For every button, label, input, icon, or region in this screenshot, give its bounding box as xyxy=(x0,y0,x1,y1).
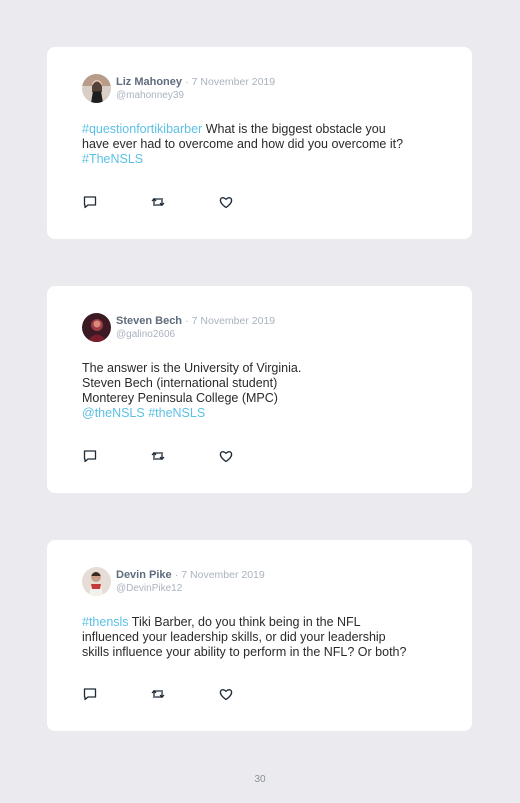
hashtag-link[interactable]: #thensls xyxy=(82,615,129,629)
avatar[interactable] xyxy=(82,567,111,596)
author-line: Steven Bech · 7 November 2019 xyxy=(116,315,275,327)
text-span: influenced your leadership skills, or di… xyxy=(82,630,386,644)
text-span: What is the biggest obstacle you xyxy=(202,122,386,136)
text-span: The answer is the University of Virginia… xyxy=(82,361,302,375)
tweet-card: Liz Mahoney · 7 November 2019 @mahonney3… xyxy=(47,47,472,239)
text-line: The answer is the University of Virginia… xyxy=(82,361,442,376)
text-span: have ever had to overcome and how did yo… xyxy=(82,137,404,151)
tweet-date: 7 November 2019 xyxy=(191,76,276,88)
tweet-date: 7 November 2019 xyxy=(181,569,265,581)
text-span: Monterey Peninsula College (MPC) xyxy=(82,391,278,405)
author-handle[interactable]: @galino2606 xyxy=(116,329,175,340)
text-line: have ever had to overcome and how did yo… xyxy=(82,137,442,152)
like-icon[interactable] xyxy=(218,194,234,210)
hashtag-link[interactable]: #TheNSLS xyxy=(82,152,143,166)
author-line: Liz Mahoney · 7 November 2019 xyxy=(116,76,275,88)
separator: · xyxy=(185,315,189,327)
text-line: Monterey Peninsula College (MPC) xyxy=(82,391,442,406)
tweet-text: The answer is the University of Virginia… xyxy=(82,361,442,421)
author-name[interactable]: Liz Mahoney xyxy=(116,76,182,88)
tweet-text: #thensls Tiki Barber, do you think being… xyxy=(82,615,442,660)
author-handle[interactable]: @DevinPike12 xyxy=(116,583,182,594)
retweet-icon[interactable] xyxy=(150,686,166,702)
hashtag-link[interactable]: #questionfortikibarber xyxy=(82,122,202,136)
tweet-card: Steven Bech · 7 November 2019 @galino260… xyxy=(47,286,472,493)
author-line: Devin Pike · 7 November 2019 xyxy=(116,569,265,581)
avatar[interactable] xyxy=(82,74,111,103)
like-icon[interactable] xyxy=(218,686,234,702)
author-handle[interactable]: @mahonney39 xyxy=(116,90,184,101)
tweet-text: #questionfortikibarber What is the bigge… xyxy=(82,122,442,167)
author-name[interactable]: Steven Bech xyxy=(116,315,182,327)
retweet-icon[interactable] xyxy=(150,448,166,464)
text-line: Steven Bech (international student) xyxy=(82,376,442,391)
tweet-card: Devin Pike · 7 November 2019 @DevinPike1… xyxy=(47,540,472,731)
reply-icon[interactable] xyxy=(82,686,98,702)
page-number: 30 xyxy=(254,774,266,785)
text-line: #thensls Tiki Barber, do you think being… xyxy=(82,615,442,630)
reply-icon[interactable] xyxy=(82,448,98,464)
separator: · xyxy=(185,76,189,88)
separator: · xyxy=(174,569,179,581)
like-icon[interactable] xyxy=(218,448,234,464)
text-span: Tiki Barber, do you think being in the N… xyxy=(128,615,361,629)
text-line: @theNSLS #theNSLS xyxy=(82,406,442,421)
author-name[interactable]: Devin Pike xyxy=(116,569,172,581)
text-line: skills influence your ability to perform… xyxy=(82,645,442,660)
text-span: skills influence your ability to perform… xyxy=(82,645,407,659)
reply-icon[interactable] xyxy=(82,194,98,210)
tweet-date: 7 November 2019 xyxy=(191,315,276,327)
retweet-icon[interactable] xyxy=(150,194,166,210)
text-line: influenced your leadership skills, or di… xyxy=(82,630,442,645)
text-span: Steven Bech (international student) xyxy=(82,376,278,390)
text-line: #TheNSLS xyxy=(82,152,442,167)
text-line: #questionfortikibarber What is the bigge… xyxy=(82,122,442,137)
mention-hashtag-link[interactable]: @theNSLS #theNSLS xyxy=(82,406,205,420)
avatar[interactable] xyxy=(82,313,111,342)
